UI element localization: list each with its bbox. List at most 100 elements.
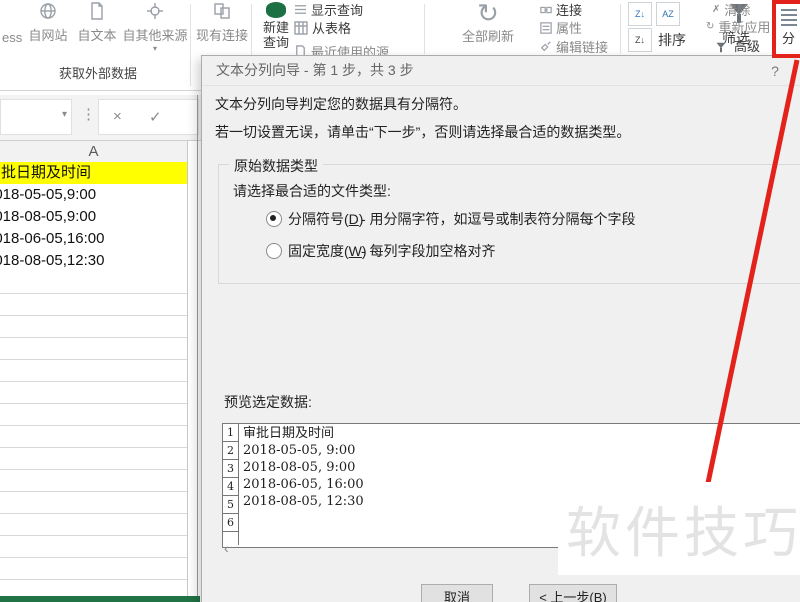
sheet-row[interactable]: 审批日期及时间 bbox=[0, 162, 188, 185]
database-icon bbox=[266, 2, 286, 18]
crosshair-icon bbox=[146, 2, 164, 20]
radio-fixed-width[interactable]: 固定宽度(W) bbox=[266, 241, 367, 261]
preview-row: 2018-08-05, 9:00 bbox=[243, 459, 355, 476]
preview-row-number: 2 bbox=[223, 442, 238, 460]
preview-row-numbers: 1 2 3 4 5 6 bbox=[223, 424, 239, 545]
new-query-button[interactable]: 新建查询 bbox=[256, 0, 296, 50]
formula-input[interactable]: × ✓ bbox=[98, 99, 199, 135]
reapply-icon: ↻ bbox=[706, 21, 714, 32]
watermark-patch: 软件技巧 bbox=[558, 482, 800, 575]
globe-icon bbox=[39, 2, 57, 20]
advanced-filter-button[interactable]: 高级 bbox=[712, 36, 760, 55]
radio-fixed-width-label: 固定宽度(W) bbox=[288, 241, 367, 261]
ribbon-separator bbox=[190, 4, 191, 86]
preview-label: 预览选定数据: bbox=[224, 392, 312, 412]
sheet-row[interactable]: 2018-06-05,16:00 bbox=[0, 228, 188, 251]
pane-divider bbox=[197, 95, 198, 596]
radio-delimited-desc: - 用分隔字符，如逗号或制表符分隔每个字段 bbox=[361, 209, 636, 229]
access-button-partial[interactable]: ess bbox=[2, 30, 22, 45]
ribbon-separator bbox=[620, 4, 621, 54]
from-text-label: 自文本 bbox=[74, 25, 120, 44]
original-data-type-group: 原始数据类型 请选择最合适的文件类型: 分隔符号(D) - 用分隔字符，如逗号或… bbox=[218, 164, 800, 284]
status-bar bbox=[0, 596, 200, 602]
reapply-button[interactable]: ↻ 重新应用 bbox=[706, 17, 770, 36]
preview-row: 2018-06-05, 16:00 bbox=[243, 476, 364, 493]
from-other-sources-label: 自其他来源 bbox=[122, 25, 188, 44]
watermark-text: 软件技巧 bbox=[566, 488, 800, 568]
name-box-dropdown-icon[interactable]: ▾ bbox=[62, 109, 67, 120]
wizard-intro-text: 文本分列向导判定您的数据具有分隔符。 bbox=[215, 94, 467, 114]
group-label-get-external-data: 获取外部数据 bbox=[38, 63, 158, 82]
preview-row-number: 5 bbox=[223, 496, 238, 514]
clear-x-icon: ✗ bbox=[712, 4, 720, 15]
ribbon-bottom-border bbox=[0, 90, 201, 91]
radio-fixed-width-desc: - 每列字段加空格对齐 bbox=[361, 241, 496, 261]
properties-icon bbox=[540, 22, 552, 34]
show-queries-label: 显示查询 bbox=[311, 0, 363, 19]
wizard-instruction-text: 若一切设置无误，请单击“下一步”，否则请选择最合适的数据类型。 bbox=[215, 122, 630, 142]
empty-sheet-rows[interactable] bbox=[0, 272, 188, 596]
column-header-a[interactable]: A bbox=[0, 141, 188, 163]
existing-connections-button[interactable]: 现有连接 bbox=[196, 2, 248, 44]
radio-unselected-icon[interactable] bbox=[266, 243, 282, 259]
excel-window: ess 自网站 自文本 自其他来源 ▾ 现有连接 bbox=[0, 0, 800, 602]
table-icon bbox=[294, 21, 308, 35]
sort-descending-icon[interactable]: Z↓ bbox=[628, 28, 652, 52]
formula-bar: ▾ ⋮ × ✓ bbox=[0, 95, 201, 141]
file-icon bbox=[88, 2, 106, 20]
refresh-all-button[interactable]: ↻ 全部刷新 bbox=[438, 0, 538, 45]
from-text-button[interactable]: 自文本 bbox=[74, 2, 120, 44]
chevron-down-icon: ▾ bbox=[122, 44, 188, 53]
link-icon bbox=[540, 4, 552, 16]
sheet-row[interactable]: 2018-08-05,12:30 bbox=[0, 250, 188, 273]
from-table-label: 从表格 bbox=[312, 18, 351, 37]
group-label: 原始数据类型 bbox=[229, 156, 323, 176]
radio-delimited[interactable]: 分隔符号(D) bbox=[266, 209, 363, 229]
refresh-icon: ↻ bbox=[438, 0, 538, 26]
refresh-all-label: 全部刷新 bbox=[438, 26, 538, 45]
preview-row: 审批日期及时间 bbox=[243, 425, 334, 442]
cancel-button[interactable]: 取消 bbox=[421, 584, 493, 602]
preview-row: 2018-08-05, 12:30 bbox=[243, 493, 364, 510]
sort-dialog-icon[interactable]: AZ bbox=[656, 2, 680, 26]
preview-row-number: 4 bbox=[223, 478, 238, 496]
sheet-row[interactable]: 2018-08-05,9:00 bbox=[0, 206, 188, 229]
text-to-columns-icon bbox=[781, 6, 797, 24]
help-icon[interactable]: ? bbox=[765, 61, 785, 81]
preview-scroll-left-icon[interactable]: ‹ bbox=[224, 540, 229, 556]
edit-links-icon bbox=[540, 41, 552, 53]
name-box[interactable]: ▾ bbox=[0, 99, 72, 135]
edit-links-label: 编辑链接 bbox=[556, 37, 608, 56]
radio-selected-icon[interactable] bbox=[266, 211, 282, 227]
cancel-entry-icon[interactable]: × bbox=[113, 108, 122, 125]
radio-delimited-label: 分隔符号(D) bbox=[288, 209, 363, 229]
edit-links-button[interactable]: 编辑链接 bbox=[540, 37, 608, 56]
back-button[interactable]: < 上一步(B) bbox=[529, 584, 617, 602]
existing-connections-label: 现有连接 bbox=[196, 25, 248, 44]
annotation-red-box: 分 bbox=[772, 0, 800, 58]
formula-bar-more-icon[interactable]: ⋮ bbox=[81, 105, 96, 123]
preview-row: 2018-05-05, 9:00 bbox=[243, 442, 355, 459]
connections-icon bbox=[213, 2, 231, 20]
connections-label: 连接 bbox=[556, 0, 582, 19]
list-icon bbox=[294, 3, 307, 16]
choose-file-type-label: 请选择最合适的文件类型: bbox=[233, 181, 391, 201]
preview-row-number: 1 bbox=[223, 424, 238, 442]
from-table-button[interactable]: 从表格 bbox=[294, 18, 351, 37]
sort-ascending-icon[interactable]: Z↓ bbox=[628, 2, 652, 26]
connections-button[interactable]: 连接 bbox=[540, 0, 582, 19]
text-to-columns-label-partial[interactable]: 分 bbox=[782, 28, 795, 47]
from-web-label: 自网站 bbox=[25, 25, 71, 44]
dialog-title-bar[interactable]: 文本分列向导 - 第 1 步，共 3 步 bbox=[202, 56, 800, 86]
properties-button[interactable]: 属性 bbox=[540, 18, 582, 37]
preview-row-number: 6 bbox=[223, 514, 238, 532]
new-query-label: 新建查询 bbox=[260, 20, 292, 50]
sort-label[interactable]: 排序 bbox=[658, 30, 686, 50]
advanced-filter-label: 高级 bbox=[734, 36, 760, 55]
reapply-label: 重新应用 bbox=[718, 17, 770, 36]
from-web-button[interactable]: 自网站 bbox=[25, 2, 71, 44]
confirm-entry-icon[interactable]: ✓ bbox=[149, 108, 162, 126]
from-other-sources-button[interactable]: 自其他来源 ▾ bbox=[122, 2, 188, 53]
show-queries-button[interactable]: 显示查询 bbox=[294, 0, 363, 19]
sheet-row[interactable]: 2018-05-05,9:00 bbox=[0, 184, 188, 207]
